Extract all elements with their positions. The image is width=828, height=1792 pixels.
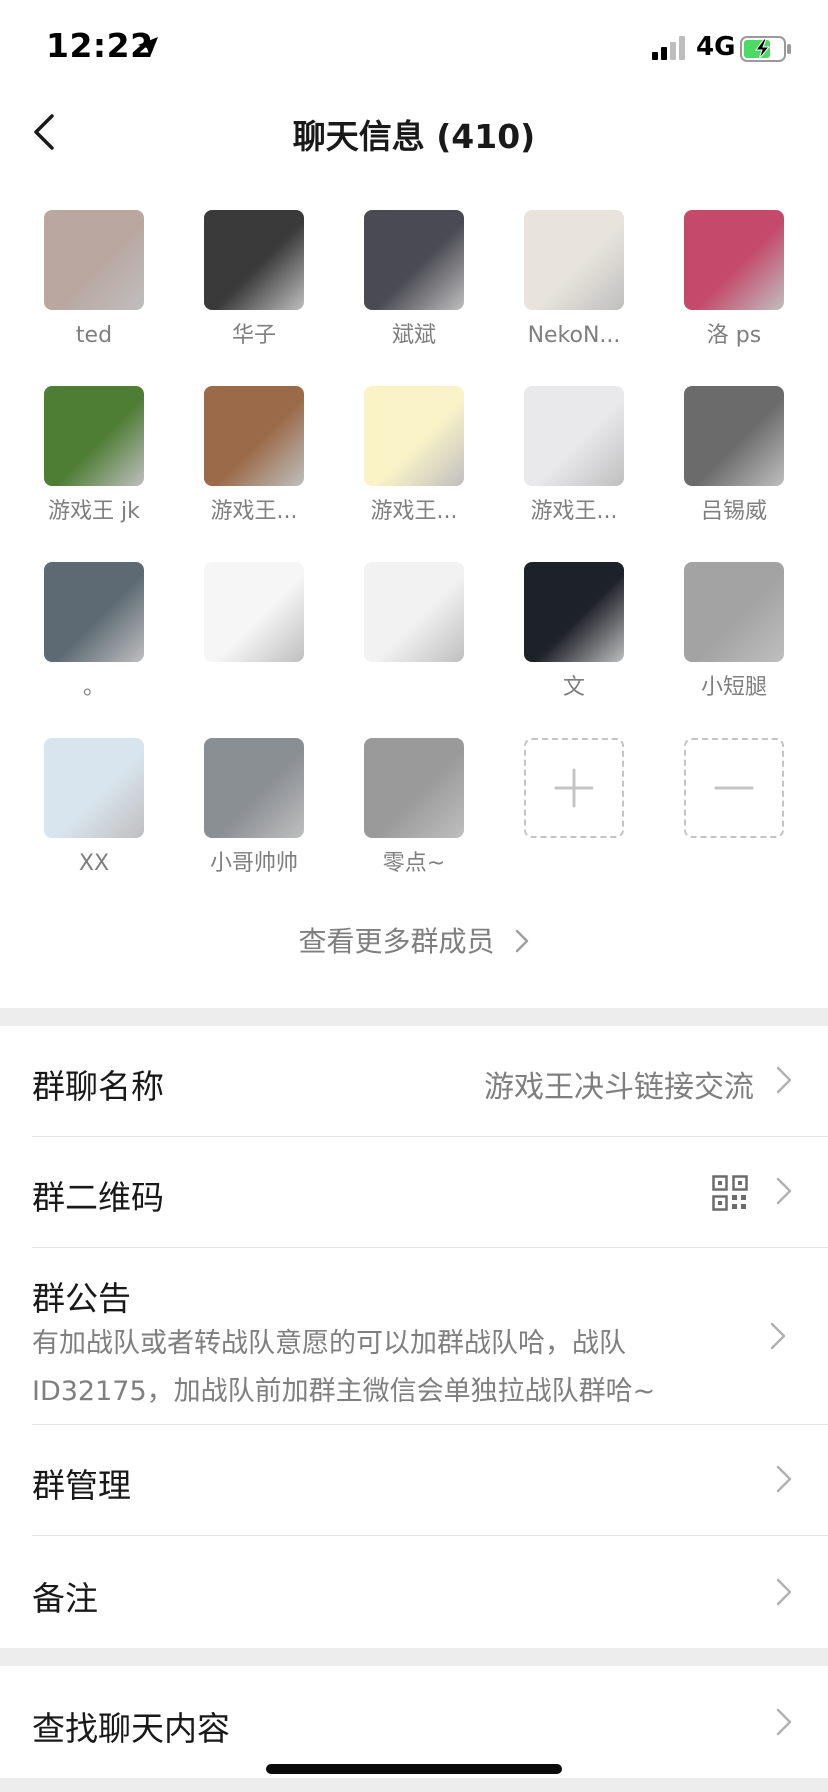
member-item[interactable]: NekoN... [494, 210, 654, 386]
member-name: 小短腿 [700, 675, 767, 700]
avatar [44, 738, 144, 838]
group-name-value: 游戏王决斗链接交流 [484, 1070, 754, 1105]
member-name: 华子 [231, 323, 276, 348]
group-notice-line-2: ID32175，加战队前加群主微信会单独拉战队群哈~ [32, 1376, 656, 1407]
qr-code-label: 群二维码 [32, 1178, 164, 1217]
group-name-row[interactable]: 群聊名称 游戏王决斗链接交流 [0, 1026, 828, 1136]
group-notice-row[interactable]: 群公告 有加战队或者转战队意愿的可以加群战队哈，战队 ID32175，加战队前加… [0, 1248, 828, 1424]
member-item[interactable] [334, 562, 494, 738]
add-member-button[interactable] [494, 738, 654, 914]
avatar [684, 386, 784, 486]
remark-label: 备注 [32, 1579, 98, 1618]
member-name: XX [78, 851, 110, 876]
member-name: 游戏王 jk [48, 499, 140, 524]
avatar [684, 562, 784, 662]
signal-icon [652, 36, 688, 64]
chevron-right-icon [515, 927, 529, 960]
avatar [44, 386, 144, 486]
member-item[interactable]: 吕锡威 [654, 386, 814, 562]
group-name-label: 群聊名称 [32, 1067, 164, 1106]
group-notice-line-1: 有加战队或者转战队意愿的可以加群战队哈，战队 [32, 1328, 626, 1359]
group-notice-label: 群公告 [32, 1279, 131, 1318]
member-item[interactable]: 。 [14, 562, 174, 738]
minus-icon[interactable] [684, 738, 784, 838]
member-name: 斌斌 [391, 323, 436, 348]
avatar [204, 386, 304, 486]
member-item[interactable]: 斌斌 [334, 210, 494, 386]
avatar [44, 562, 144, 662]
status-bar: 12:22 4G [0, 0, 828, 96]
member-item[interactable]: XX [14, 738, 174, 914]
avatar [524, 562, 624, 662]
avatar [364, 386, 464, 486]
avatar [524, 386, 624, 486]
avatar [684, 210, 784, 310]
view-more-members-link[interactable]: 查看更多群成员 [0, 920, 828, 960]
avatar [204, 738, 304, 838]
member-item[interactable]: ted [14, 210, 174, 386]
page-title: 聊天信息 (410) [292, 117, 536, 156]
member-item[interactable]: 文 [494, 562, 654, 738]
avatar [204, 562, 304, 662]
location-arrow-icon [136, 35, 160, 63]
avatar [524, 210, 624, 310]
member-item[interactable] [174, 562, 334, 738]
avatar [364, 738, 464, 838]
member-item[interactable]: 华子 [174, 210, 334, 386]
members-section: ted 华子 斌斌 NekoN... 洛 ps 游戏王 jk 游戏王... 游戏… [0, 168, 828, 1008]
member-name: 游戏王... [210, 499, 298, 524]
home-indicator[interactable] [266, 1764, 562, 1774]
group-manage-row[interactable]: 群管理 [0, 1425, 828, 1535]
member-name: 文 [562, 675, 585, 700]
chevron-right-icon [776, 1708, 792, 1740]
member-name: 游戏王... [370, 499, 458, 524]
avatar [204, 210, 304, 310]
avatar [364, 562, 464, 662]
member-name: NekoN... [527, 323, 621, 348]
member-name: ted [75, 323, 113, 348]
chevron-right-icon [776, 1578, 792, 1610]
chevron-right-icon [776, 1066, 792, 1098]
qr-code-row[interactable]: 群二维码 [0, 1137, 828, 1247]
search-chat-label: 查找聊天内容 [32, 1709, 230, 1748]
battery-charging-icon [740, 36, 792, 66]
view-more-members-label: 查看更多群成员 [298, 925, 495, 958]
member-item[interactable]: 小哥帅帅 [174, 738, 334, 914]
chevron-right-icon [776, 1177, 792, 1209]
settings-section: 群聊名称 游戏王决斗链接交流 群二维码 群公告 有加战队或者转战队意愿的可以加群… [0, 1026, 828, 1648]
member-name: 游戏王... [530, 499, 618, 524]
member-name: 吕锡威 [700, 499, 767, 524]
remark-row[interactable]: 备注 [0, 1536, 828, 1648]
member-name: 。 [82, 675, 105, 700]
chevron-right-icon [776, 1465, 792, 1497]
remove-member-button[interactable] [654, 738, 814, 914]
qr-code-icon [712, 1175, 748, 1215]
chevron-right-icon [770, 1322, 786, 1354]
member-item[interactable]: 洛 ps [654, 210, 814, 386]
member-name: 零点~ [382, 851, 446, 876]
member-name: 洛 ps [706, 323, 762, 348]
member-item[interactable]: 游戏王... [494, 386, 654, 562]
search-chat-section: 查找聊天内容 [0, 1666, 828, 1778]
nav-bar: 聊天信息 (410) [0, 96, 828, 168]
member-item[interactable]: 零点~ [334, 738, 494, 914]
group-manage-label: 群管理 [32, 1466, 131, 1505]
member-name: 小哥帅帅 [209, 851, 298, 876]
member-item[interactable]: 游戏王... [174, 386, 334, 562]
avatar [364, 210, 464, 310]
member-item[interactable]: 游戏王... [334, 386, 494, 562]
network-label: 4G [696, 32, 736, 62]
member-item[interactable]: 小短腿 [654, 562, 814, 738]
avatar [44, 210, 144, 310]
search-chat-row[interactable]: 查找聊天内容 [0, 1666, 828, 1778]
plus-icon[interactable] [524, 738, 624, 838]
member-grid: ted 华子 斌斌 NekoN... 洛 ps 游戏王 jk 游戏王... 游戏… [0, 210, 828, 914]
member-item[interactable]: 游戏王 jk [14, 386, 174, 562]
